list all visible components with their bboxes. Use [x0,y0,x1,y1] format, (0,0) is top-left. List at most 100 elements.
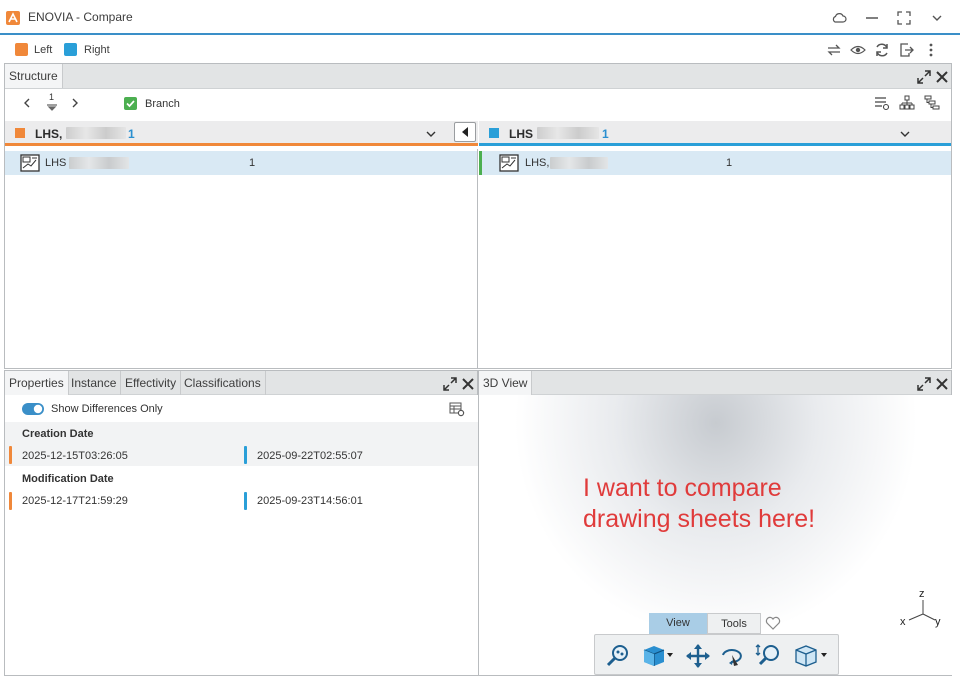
table-settings-icon[interactable] [449,401,465,417]
right-title: LHS [509,127,533,141]
tree-icon[interactable] [899,95,915,111]
properties-body: Show Differences Only Creation Date 2025… [5,395,479,675]
toolbar-tab-view[interactable]: View [649,613,707,634]
heart-icon[interactable] [765,616,781,630]
maximize-icon[interactable] [917,377,931,391]
cube-dropdown-icon[interactable] [667,653,673,658]
annotation-line-2: drawing sheets here! [583,505,816,533]
tab-structure[interactable]: Structure [5,64,63,88]
cloud-icon[interactable] [830,9,848,27]
tab-properties[interactable]: Properties [5,371,69,395]
right-label: Right [84,44,110,56]
tab-3d-view[interactable]: 3D View [479,371,533,395]
right-count: 1 [602,127,609,141]
level-value: 1 [49,92,55,102]
checkbox-checked-icon[interactable] [124,97,137,110]
structure-toolbar: 1 Branch [5,89,951,120]
tab-instance[interactable]: Instance [67,371,122,395]
row-value: 1 [249,157,256,169]
right-structure-header: LHS 1 [479,121,951,146]
redacted-text [537,127,599,139]
tab-classifications[interactable]: Classifications [180,371,266,395]
property-label: Creation Date [22,428,94,440]
right-value: 2025-09-22T02:55:07 [257,450,363,462]
left-side-swatch [15,128,25,138]
left-dropdown-chevron-icon[interactable] [425,128,437,140]
export-icon[interactable] [898,42,914,58]
fullscreen-icon[interactable] [895,9,913,27]
property-group-modification-date: Modification Date 2025-12-17T21:59:29 20… [5,467,479,513]
left-value-marker [9,492,12,510]
properties-panel: Properties Instance Effectivity Classifi… [4,370,479,676]
tab-effectivity[interactable]: Effectivity [121,371,182,395]
left-value: 2025-12-15T03:26:05 [22,450,128,462]
axis-triad: z x y [897,588,943,630]
render-dropdown-icon[interactable] [821,653,827,658]
row-label: LHS [45,157,67,169]
app-logo-icon [5,10,21,26]
left-title: LHS, [35,127,63,141]
right-side-swatch [489,128,499,138]
wireframe-cube-icon[interactable] [793,643,819,669]
left-structure-header: LHS, 1 [5,121,478,146]
branch-label: Branch [145,98,180,110]
structure-panel-header: Structure [5,64,951,89]
eye-icon[interactable] [850,42,866,58]
show-differences-toggle[interactable] [22,403,44,415]
close-icon[interactable] [935,70,949,84]
redacted-text [69,157,129,169]
view-toolbar [594,634,839,675]
right-value: 2025-09-23T14:56:01 [257,495,363,507]
level-indicator[interactable] [46,104,58,112]
rotate-icon[interactable] [719,643,745,669]
show-differences-label: Show Differences Only [51,403,163,415]
legend-bar: Left Right [0,37,960,63]
hierarchy-icon[interactable] [924,95,940,111]
window-title: ENOVIA - Compare [28,10,133,24]
cube-icon[interactable] [641,643,667,669]
collapse-left-icon[interactable] [454,122,476,142]
minimize-icon[interactable] [863,9,881,27]
chevron-down-icon[interactable] [928,9,946,27]
annotation-line-1: I want to compare [583,474,782,502]
left-value: 2025-12-17T21:59:29 [22,495,128,507]
3d-viewport[interactable]: I want to compare drawing sheets here! z… [479,395,953,675]
part-icon [499,154,519,172]
pan-icon[interactable] [685,643,711,669]
zoom-icon[interactable] [605,643,631,669]
property-label: Modification Date [22,473,114,485]
properties-panel-header: Properties Instance Effectivity Classifi… [5,370,477,395]
table-row[interactable]: LHS, 1 [479,151,951,175]
3d-view-panel-header: 3D View [479,370,951,395]
row-value: 1 [726,157,733,169]
structure-panel: Structure 1 Branch LHS, 1 LHS 1 LHS 1 LH… [4,63,952,369]
part-icon [20,154,40,172]
chevron-left-icon[interactable] [21,97,33,109]
chevron-right-icon[interactable] [69,97,81,109]
zoom-area-icon[interactable] [755,643,781,669]
refresh-icon[interactable] [874,42,890,58]
axis-x-label: x [900,616,906,628]
left-label: Left [34,44,53,56]
right-color-swatch [64,43,77,56]
close-icon[interactable] [935,377,949,391]
right-structure-tree: LHS, 1 [479,149,951,368]
left-color-swatch [15,43,28,56]
left-count: 1 [128,127,135,141]
maximize-icon[interactable] [917,70,931,84]
row-label: LHS, [525,157,550,169]
redacted-text [550,157,608,169]
right-value-marker [244,446,247,464]
annotation-text: I want to compare drawing sheets here! [583,473,815,535]
toolbar-tab-tools[interactable]: Tools [707,613,761,634]
more-vertical-icon[interactable] [923,42,939,58]
right-value-marker [244,492,247,510]
left-value-marker [9,446,12,464]
list-filter-icon[interactable] [874,95,890,111]
3d-view-panel: 3D View I want to compare drawing sheets… [478,370,953,676]
table-row[interactable]: LHS 1 [5,151,477,175]
right-dropdown-chevron-icon[interactable] [899,128,911,140]
close-icon[interactable] [461,377,475,391]
maximize-icon[interactable] [443,377,457,391]
swap-icon[interactable] [826,42,842,58]
